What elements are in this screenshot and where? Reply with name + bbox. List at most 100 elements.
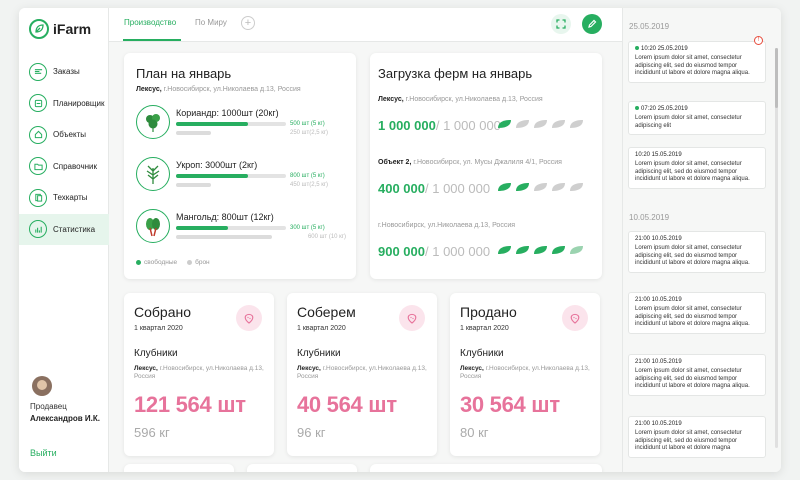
add-tab-button[interactable]: + <box>241 16 255 30</box>
notification-item[interactable]: 07:20 25.05.2019 Lorem ipsum dolor sit a… <box>628 101 766 136</box>
load-total: / 1 000 000 <box>425 181 491 196</box>
scrollbar-thumb[interactable] <box>775 48 778 108</box>
fullscreen-button[interactable] <box>551 14 571 34</box>
notifications-panel: 25.05.2019 ! 10:20 25.05.2019 Lorem ipsu… <box>622 8 781 472</box>
bar-fill <box>176 235 272 239</box>
load-current: 900 000 <box>378 244 425 259</box>
free-bar <box>176 174 286 178</box>
sidebar-item-label: Объекты <box>53 130 86 140</box>
farm-load-card: Загрузка ферм на январь Лексус, г.Новоси… <box>370 53 602 279</box>
sidebar-item-planner[interactable]: Планировщик <box>19 88 109 120</box>
notification-item[interactable]: 21:00 10.05.2019 Lorem ipsum dolor sit a… <box>628 292 766 335</box>
free-label: 800 шт (5 кг) <box>290 173 325 179</box>
plan-item[interactable]: Кориандр: 1000шт (20кг) 500 шт (5 кг) 25… <box>136 105 346 139</box>
leaf-icon <box>516 246 529 254</box>
busy-label: 250 шт(2,5 кг) <box>290 130 329 136</box>
bar-fill <box>176 131 212 135</box>
plan-item[interactable]: Укроп: 3000шт (2кг) 800 шт (5 кг) 450 шт… <box>136 157 346 191</box>
sidebar-item-label: Статистика <box>53 224 96 234</box>
stat-card-planned[interactable]: Соберем 1 квартал 2020 Клубники Лексус, … <box>287 293 437 456</box>
load-leaves <box>497 245 584 255</box>
stat-address: Лексус, г.Новосибирск, ул.Николаева д.13… <box>297 365 427 382</box>
notification-item[interactable]: 21:00 10.05.2019 Lorem ipsum dolor sit a… <box>628 354 766 397</box>
notification-text: Lorem ipsum dolor sit amet, consectetur … <box>635 54 750 77</box>
pencil-icon <box>588 19 597 28</box>
leaf-icon <box>570 120 583 128</box>
plan-legend: свободные брон <box>136 259 210 266</box>
load-total: / 1 000 000 <box>435 118 501 133</box>
load-value: 1 000 000/ 1 000 000 <box>378 117 501 135</box>
folder-icon <box>29 157 47 176</box>
chard-icon <box>136 209 170 243</box>
dill-icon <box>136 157 170 191</box>
expand-icon <box>556 19 566 29</box>
stat-period: 1 квартал 2020 <box>460 325 509 332</box>
stat-card-sold[interactable]: Продано 1 квартал 2020 Клубники Лексус, … <box>450 293 600 456</box>
bar-fill <box>176 174 248 178</box>
topbar: Производство По Миру + <box>109 8 622 42</box>
plan-item[interactable]: Мангольд: 800шт (12кг) 300 шт (5 кг) 600… <box>136 209 346 243</box>
leaf-icon <box>498 183 511 191</box>
plan-card: План на январь Лексус, г.Новосибирск, ул… <box>124 53 356 279</box>
load-value: 400 000/ 1 000 000 <box>378 180 490 198</box>
stat-card-collected[interactable]: Собрано 1 квартал 2020 Клубники Лексус, … <box>124 293 274 456</box>
logo[interactable]: iFarm <box>29 19 91 39</box>
tab-worldwide[interactable]: По Миру <box>195 18 227 27</box>
load-title: Загрузка ферм на январь <box>378 66 533 81</box>
leaf-icon <box>570 246 583 254</box>
free-bar <box>176 122 286 126</box>
load-address: г.Новосибирск, ул.Николаева д.13, Россия <box>378 222 515 229</box>
bar-fill <box>176 226 228 230</box>
leaf-icon <box>534 246 547 254</box>
leaf-icon <box>498 120 511 128</box>
load-address: Лексус, г.Новосибирск, ул.Николаева д.13… <box>378 96 543 103</box>
notification-time: 21:00 10.05.2019 <box>635 421 682 427</box>
notification-time: 10:20 25.05.2019 <box>641 46 688 52</box>
sidebar-item-orders[interactable]: Заказы <box>19 56 109 88</box>
logout-link[interactable]: Выйти <box>30 448 57 458</box>
sidebar-item-reference[interactable]: Справочник <box>19 151 109 183</box>
notification-time: 21:00 10.05.2019 <box>635 297 682 303</box>
partial-card <box>370 464 602 472</box>
stat-product: Клубники <box>134 348 178 359</box>
load-current: 400 000 <box>378 181 425 196</box>
stat-weight: 596 кг <box>134 425 170 440</box>
partial-card <box>124 464 234 472</box>
notification-item[interactable]: 21:00 10.05.2019 Lorem ipsum dolor sit a… <box>628 416 766 459</box>
leaf-icon <box>552 246 565 254</box>
stat-period: 1 квартал 2020 <box>134 325 183 332</box>
legend-free-label: свободные <box>144 259 178 266</box>
notification-text: Lorem ipsum dolor sit amet, consectetur … <box>635 160 750 183</box>
notification-time: 21:00 10.05.2019 <box>635 359 682 365</box>
sidebar-item-statistics[interactable]: Статистика <box>19 213 109 245</box>
leaf-icon <box>516 183 529 191</box>
load-address-text: г.Новосибирск, ул.Николаева д.13, Россия <box>405 96 543 103</box>
notification-text: Lorem ipsum dolor sit amet, consectetur … <box>635 367 750 390</box>
strawberry-icon <box>236 305 262 331</box>
busy-bar <box>176 235 304 239</box>
tab-production[interactable]: Производство <box>124 18 176 27</box>
sidebar-item-objects[interactable]: Объекты <box>19 119 109 151</box>
notification-item[interactable]: 10:20 15.05.2019 Lorem ipsum dolor sit a… <box>628 147 766 190</box>
busy-bar <box>176 131 286 135</box>
stat-address: Лексус, г.Новосибирск, ул.Николаева д.13… <box>134 365 264 382</box>
free-bar <box>176 226 286 230</box>
edit-button[interactable] <box>582 14 602 34</box>
legend-busy-label: брон <box>195 259 210 266</box>
stat-title: Продано <box>460 304 517 320</box>
notification-item[interactable]: ! 10:20 25.05.2019 Lorem ipsum dolor sit… <box>628 36 766 84</box>
notification-item[interactable]: 21:00 10.05.2019 Lorem ipsum dolor sit a… <box>628 231 766 274</box>
stat-product: Клубники <box>460 348 504 359</box>
scrollbar[interactable] <box>775 48 778 448</box>
strawberry-icon <box>399 305 425 331</box>
app-window: iFarm Заказы Планировщик Объекты Справоч… <box>19 8 781 472</box>
stat-address-object: Лексус, <box>297 365 321 372</box>
user-profile[interactable]: Продавец Александров И.К. <box>30 376 100 423</box>
sidebar-item-techcards[interactable]: Техкарты <box>19 182 109 214</box>
load-value: 900 000/ 1 000 000 <box>378 243 490 261</box>
plan-item-name: Укроп: 3000шт (2кг) <box>176 160 258 170</box>
user-role: Продавец <box>30 402 67 411</box>
load-address-object: Лексус, <box>378 96 404 103</box>
active-tab-indicator <box>123 39 181 41</box>
stat-amount: 40 564 шт <box>297 392 397 417</box>
